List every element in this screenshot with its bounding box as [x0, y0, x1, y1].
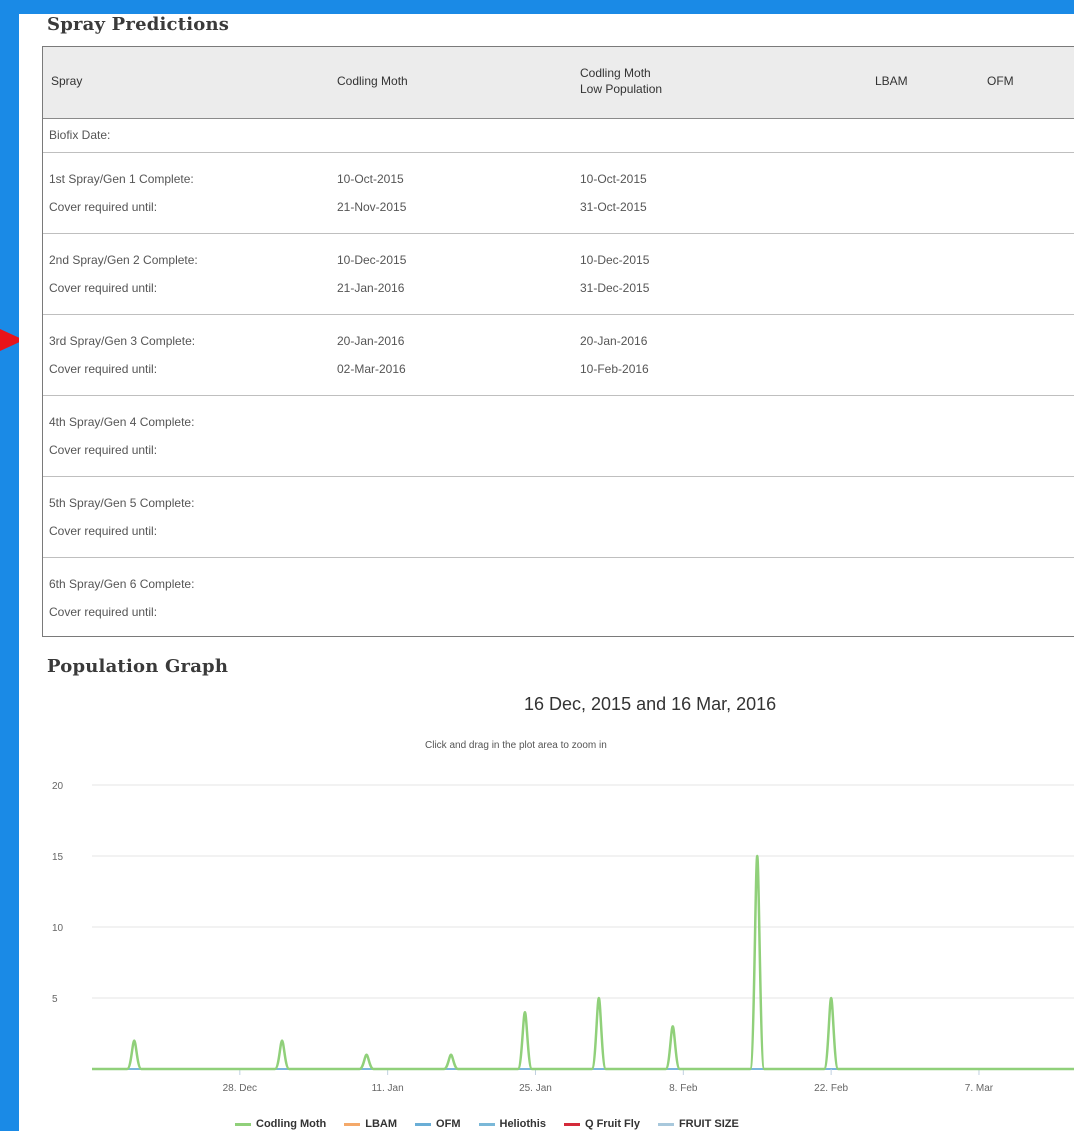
- legend-label: Heliothis: [499, 1118, 546, 1130]
- x-tick-label: 8. Feb: [669, 1083, 698, 1094]
- legend-item[interactable]: Heliothis: [478, 1118, 546, 1130]
- codling-moth-complete-date: 10-Dec-2015: [337, 253, 407, 267]
- y-tick-label: 20: [52, 781, 64, 792]
- legend-label: Q Fruit Fly: [584, 1118, 640, 1130]
- main-panel: Spray Predictions Spray Codling Moth Cod…: [19, 14, 1074, 1131]
- table-row: 3rd Spray/Gen 3 Complete: Cover required …: [43, 315, 1074, 396]
- y-tick-label: 5: [52, 994, 58, 1005]
- legend-item[interactable]: FRUIT SIZE: [657, 1118, 739, 1130]
- legend-item[interactable]: OFM: [415, 1118, 461, 1130]
- spray-complete-label: 3rd Spray/Gen 3 Complete:: [49, 334, 196, 348]
- cover-required-label: Cover required until:: [49, 200, 158, 214]
- spray-complete-label: 2nd Spray/Gen 2 Complete:: [49, 253, 198, 267]
- chart-legend: Codling Moth LBAM OFM Heliothis Q Fruit Fly F…: [235, 1118, 757, 1130]
- chart-svg[interactable]: 5 10 15 20 28. Dec 11. Jan 25. Jan 8. Feb 22. Fe…: [19, 674, 1074, 1131]
- header-spray: Spray: [51, 74, 83, 88]
- legend-label: OFM: [436, 1118, 461, 1130]
- table-row: 5th Spray/Gen 5 Complete: Cover required …: [43, 477, 1074, 558]
- table-row: 1st Spray/Gen 1 Complete: Cover required …: [43, 153, 1074, 234]
- header-ofm: OFM: [987, 74, 1014, 88]
- spray-complete-label: 6th Spray/Gen 6 Complete:: [49, 577, 195, 591]
- legend-item[interactable]: Q Fruit Fly: [563, 1118, 640, 1130]
- legend-item[interactable]: LBAM: [344, 1118, 397, 1130]
- low-population-cover-date: 10-Feb-2016: [580, 362, 649, 376]
- legend-item[interactable]: Codling Moth: [235, 1118, 326, 1130]
- table-row: 6th Spray/Gen 6 Complete: Cover required …: [43, 558, 1074, 639]
- spray-complete-label: 4th Spray/Gen 4 Complete:: [49, 415, 195, 429]
- codling-moth-cover-date: 02-Mar-2016: [337, 362, 406, 376]
- biofix-label: Biofix Date:: [49, 128, 111, 142]
- cover-required-label: Cover required until:: [49, 605, 158, 619]
- legend-line-icon: [415, 1122, 432, 1126]
- legend-label: Codling Moth: [256, 1118, 327, 1130]
- y-tick-label: 15: [52, 852, 64, 863]
- legend-line-icon: [563, 1122, 580, 1126]
- cover-required-label: Cover required until:: [49, 362, 158, 376]
- legend-line-icon: [478, 1122, 495, 1126]
- legend-line-icon: [657, 1122, 674, 1126]
- legend-label: LBAM: [365, 1118, 398, 1130]
- x-tick-label: 11. Jan: [372, 1083, 404, 1094]
- table-row: 2nd Spray/Gen 2 Complete: Cover required …: [43, 234, 1074, 315]
- x-tick-label: 28. Dec: [223, 1083, 257, 1094]
- series-line-0[interactable]: [92, 854, 1074, 1071]
- low-population-complete-date: 10-Dec-2015: [580, 253, 650, 267]
- y-tick-label: 10: [52, 923, 64, 934]
- table-header: Spray Codling Moth Codling Moth Low Popu…: [43, 47, 1074, 119]
- biofix-row: Biofix Date:: [43, 118, 1074, 153]
- cover-required-label: Cover required until:: [49, 281, 158, 295]
- legend-line-icon: [344, 1122, 361, 1126]
- cover-required-label: Cover required until:: [49, 524, 158, 538]
- spray-predictions-heading: Spray Predictions: [47, 14, 230, 35]
- codling-moth-complete-date: 20-Jan-2016: [337, 334, 405, 348]
- header-lbam: LBAM: [875, 74, 908, 88]
- x-tick-label: 7. Mar: [965, 1083, 994, 1094]
- spray-complete-label: 1st Spray/Gen 1 Complete:: [49, 172, 194, 186]
- low-population-cover-date: 31-Dec-2015: [580, 281, 650, 295]
- low-population-complete-date: 20-Jan-2016: [580, 334, 648, 348]
- table-row: 4th Spray/Gen 4 Complete: Cover required …: [43, 396, 1074, 477]
- legend-label: FRUIT SIZE: [678, 1118, 739, 1130]
- codling-moth-complete-date: 10-Oct-2015: [337, 172, 404, 186]
- header-codling-moth-low-line2: Low Population: [580, 82, 663, 96]
- cover-required-label: Cover required until:: [49, 443, 158, 457]
- x-tick-label: 25. Jan: [519, 1083, 552, 1094]
- header-codling-moth: Codling Moth: [337, 74, 408, 88]
- x-tick-label: 22. Feb: [814, 1083, 848, 1094]
- population-chart[interactable]: 16 Dec, 2015 and 16 Mar, 2016 Click and …: [19, 674, 1074, 1131]
- codling-moth-cover-date: 21-Nov-2015: [337, 200, 407, 214]
- header-codling-moth-low-line1: Codling Moth: [580, 66, 651, 80]
- codling-moth-cover-date: 21-Jan-2016: [337, 281, 405, 295]
- spray-predictions-table: Spray Codling Moth Codling Moth Low Popu…: [42, 46, 1074, 637]
- header-codling-moth-low: Codling Moth Low Population: [580, 65, 662, 97]
- low-population-cover-date: 31-Oct-2015: [580, 200, 647, 214]
- legend-line-icon: [235, 1122, 251, 1126]
- spray-complete-label: 5th Spray/Gen 5 Complete:: [49, 496, 195, 510]
- low-population-complete-date: 10-Oct-2015: [580, 172, 647, 186]
